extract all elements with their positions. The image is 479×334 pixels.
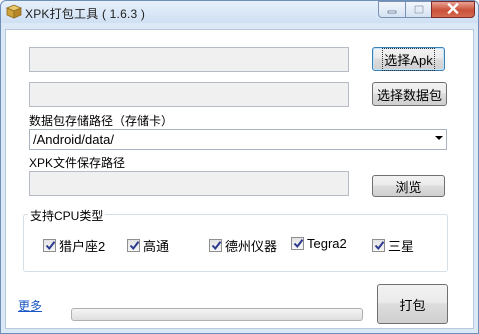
select-apk-label: 选择Apk — [382, 47, 435, 71]
cpu-option-label: 三星 — [388, 239, 415, 254]
minimize-button[interactable] — [378, 1, 405, 18]
close-button[interactable] — [431, 1, 475, 18]
checkmark-icon — [211, 241, 222, 251]
select-apk-button[interactable]: 选择Apk — [372, 47, 445, 71]
cpu-option-label: 德州仪器 — [225, 239, 278, 254]
pack-progress-bar — [71, 308, 363, 321]
main-panel: 选择Apk 选择数据包 数据包存储路径（存储卡） /Android/data/ … — [5, 29, 474, 329]
checkbox[interactable] — [209, 239, 222, 252]
chevron-down-icon[interactable] — [435, 136, 443, 140]
cpu-option[interactable]: 猎户座2 — [43, 236, 105, 255]
cpu-option[interactable]: 高通 — [127, 236, 169, 255]
data-package-path-field[interactable] — [29, 82, 349, 107]
cpu-option-label: 高通 — [143, 239, 170, 254]
storage-path-select[interactable]: /Android/data/ — [29, 129, 447, 150]
select-data-package-label: 选择数据包 — [376, 87, 442, 103]
xpk-save-path-field[interactable] — [29, 171, 349, 196]
storage-path-value: /Android/data/ — [33, 132, 114, 147]
pack-button[interactable]: 打包 — [377, 284, 448, 324]
apk-path-field[interactable] — [29, 47, 349, 72]
more-link[interactable]: 更多 — [18, 297, 42, 314]
cpu-type-legend: 支持CPU类型 — [28, 207, 106, 224]
checkmark-icon — [293, 239, 304, 249]
cpu-option[interactable]: 三星 — [372, 236, 414, 255]
checkbox[interactable] — [291, 237, 304, 250]
maximize-icon — [413, 3, 424, 17]
checkbox[interactable] — [43, 239, 56, 252]
title-bar[interactable]: XPK打包工具 ( 1.6.3 ) — [1, 1, 478, 23]
storage-path-label: 数据包存储路径（存储卡） — [29, 114, 174, 128]
close-icon — [447, 2, 459, 17]
pack-label: 打包 — [399, 297, 426, 313]
package-icon — [5, 4, 23, 19]
app-window: XPK打包工具 ( 1.6.3 ) 选择Apk 选择数据包 数据包存储路径（存储… — [0, 0, 479, 334]
maximize-button[interactable] — [405, 1, 431, 18]
cpu-option[interactable]: 德州仪器 — [209, 236, 277, 255]
cpu-option[interactable]: Tegra2 — [291, 236, 347, 251]
select-data-package-button[interactable]: 选择数据包 — [372, 82, 447, 106]
checkmark-icon — [45, 241, 56, 251]
window-title: XPK打包工具 ( 1.6.3 ) — [25, 7, 146, 21]
checkmark-icon — [129, 241, 140, 251]
browse-button[interactable]: 浏览 — [372, 175, 445, 197]
checkmark-icon — [374, 241, 385, 251]
xpk-save-path-label: XPK文件保存路径 — [29, 156, 126, 170]
checkbox[interactable] — [127, 239, 140, 252]
cpu-option-label: 猎户座2 — [59, 239, 106, 254]
checkbox[interactable] — [372, 239, 385, 252]
cpu-option-label: Tegra2 — [307, 236, 347, 251]
browse-label: 浏览 — [395, 179, 422, 195]
minimize-icon — [387, 3, 397, 17]
